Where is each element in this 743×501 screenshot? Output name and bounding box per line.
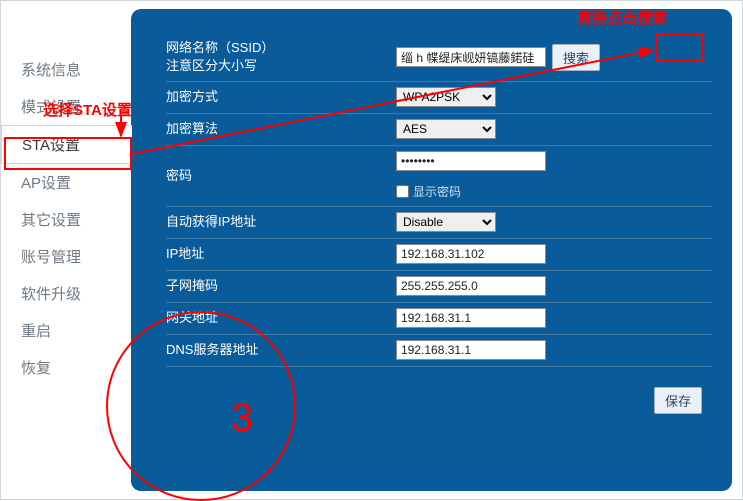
ip-label: IP地址: [166, 245, 396, 263]
encrypt-algo-label: 加密算法: [166, 120, 396, 138]
sidebar-item-account[interactable]: 账号管理: [1, 238, 131, 275]
encrypt-method-select[interactable]: WPA2PSK: [396, 87, 496, 107]
sidebar-item-ap[interactable]: AP设置: [1, 164, 131, 201]
gateway-input[interactable]: [396, 308, 546, 328]
sidebar-item-reboot[interactable]: 重启: [1, 312, 131, 349]
sidebar-item-mode[interactable]: 模式设置: [1, 88, 131, 125]
password-input[interactable]: [396, 151, 546, 171]
encrypt-algo-select[interactable]: AES: [396, 119, 496, 139]
search-button[interactable]: 搜索: [552, 44, 600, 71]
sidebar-item-restore[interactable]: 恢复: [1, 349, 131, 386]
gateway-label: 网关地址: [166, 309, 396, 327]
save-button[interactable]: 保存: [654, 387, 702, 414]
auto-ip-label: 自动获得IP地址: [166, 213, 396, 231]
mask-label: 子网掩码: [166, 277, 396, 295]
auto-ip-select[interactable]: Disable: [396, 212, 496, 232]
mask-input[interactable]: [396, 276, 546, 296]
sidebar-item-upgrade[interactable]: 软件升级: [1, 275, 131, 312]
sidebar-item-other[interactable]: 其它设置: [1, 201, 131, 238]
ssid-label: 网络名称（SSID） 注意区分大小写: [166, 39, 396, 75]
sidebar-item-sta[interactable]: STA设置: [1, 125, 132, 164]
dns-label: DNS服务器地址: [166, 341, 396, 359]
ssid-input[interactable]: [396, 47, 546, 67]
encrypt-method-label: 加密方式: [166, 88, 396, 106]
sidebar-item-sysinfo[interactable]: 系统信息: [1, 51, 131, 88]
show-password-checkbox[interactable]: [396, 185, 409, 198]
sidebar: 系统信息 模式设置 STA设置 AP设置 其它设置 账号管理 软件升级 重启 恢…: [1, 1, 131, 499]
ip-input[interactable]: [396, 244, 546, 264]
settings-panel: 网络名称（SSID） 注意区分大小写 搜索 加密方式 WPA2PSK 加密算法 …: [131, 9, 732, 491]
show-password-label: 显示密码: [413, 183, 461, 200]
password-label: 密码: [166, 167, 396, 185]
dns-input[interactable]: [396, 340, 546, 360]
